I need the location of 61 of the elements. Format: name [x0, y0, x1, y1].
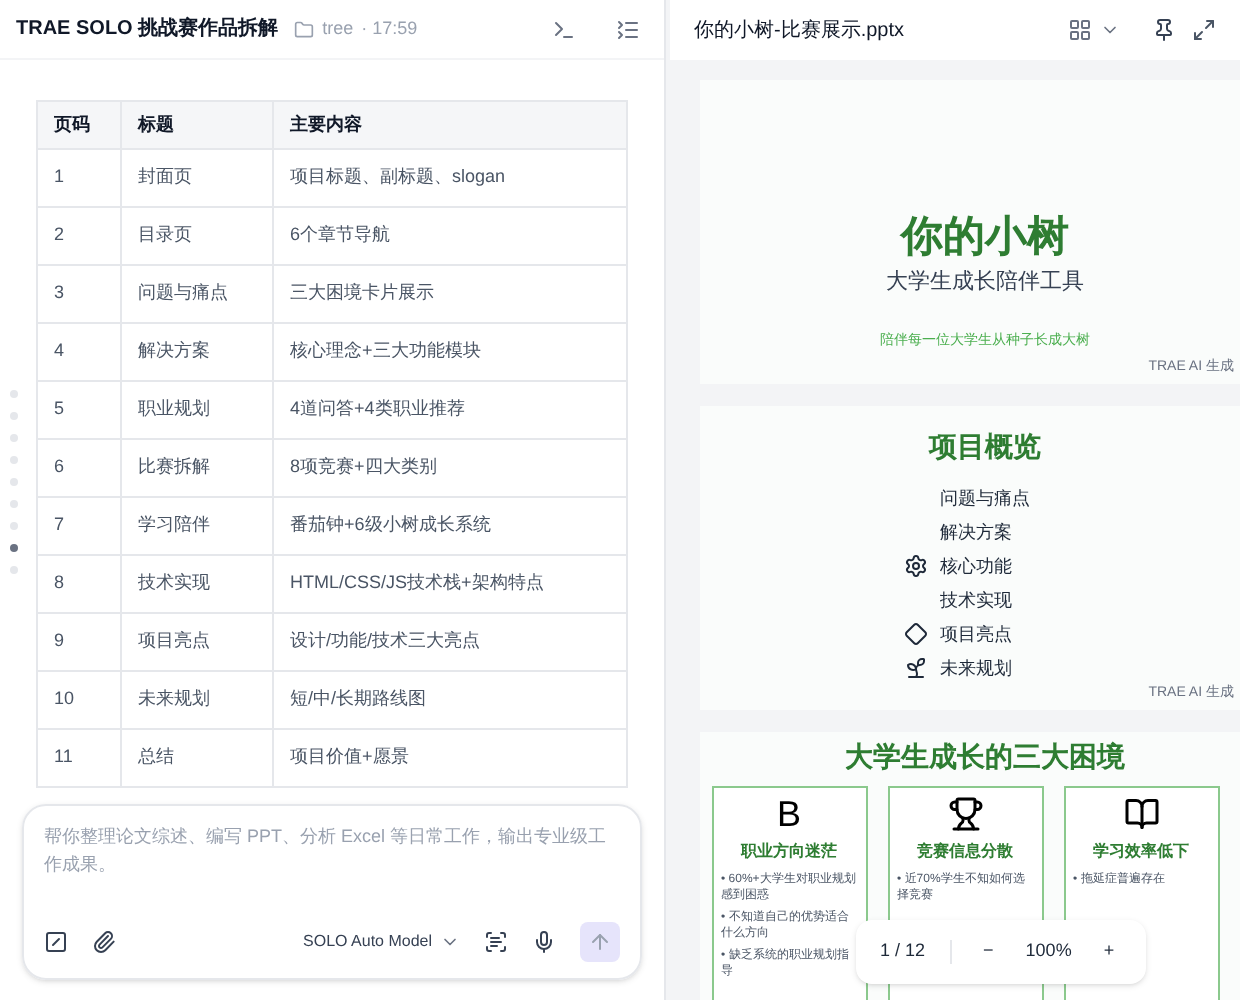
table-cell: 4道问答+4类职业推荐	[273, 381, 627, 439]
outline-item: 问题与痛点	[940, 486, 1030, 512]
zoom-level: 100%	[1025, 938, 1072, 965]
zoom-in-button[interactable]: +	[1095, 938, 1123, 966]
table-cell: 未来规划	[121, 671, 273, 729]
zoom-out-button[interactable]: −	[975, 938, 1002, 966]
file-title: 你的小树-比赛展示.pptx	[694, 17, 905, 45]
table-cell: 3	[37, 265, 121, 323]
table-cell: 2	[37, 207, 121, 265]
card-title: 学习效率低下	[1093, 840, 1189, 864]
outline-item: 解决方案	[940, 520, 1012, 546]
table-cell: 8项竞赛+四大类别	[273, 439, 627, 497]
column-header: 主要内容	[273, 101, 627, 149]
chat-title: TRAE SOLO 挑战赛作品拆解	[16, 14, 279, 44]
message-box[interactable]: 帮你整理论文综述、编写 PPT、分析 Excel 等日常工作，输出专业级工作成果。 SOLO Auto Model	[22, 804, 642, 980]
slide-subtitle: 大学生成长陪伴工具	[886, 268, 1084, 298]
table-cell: 技术实现	[121, 555, 273, 613]
outline-item: 项目亮点	[940, 622, 1012, 648]
table-cell: 比赛拆解	[121, 439, 273, 497]
table-cell: 核心理念+三大功能模块	[273, 323, 627, 381]
table-cell: 目录页	[121, 207, 273, 265]
table-cell: 封面页	[121, 149, 273, 207]
chat-time: · 17:59	[361, 15, 418, 42]
outline-item: 技术实现	[940, 588, 1012, 614]
table-cell: 设计/功能/技术三大亮点	[273, 613, 627, 671]
table-cell: HTML/CSS/JS技术栈+架构特点	[273, 555, 627, 613]
message-field[interactable]: 帮你整理论文综述、编写 PPT、分析 Excel 等日常工作，输出专业级工作成果。	[44, 822, 620, 922]
outline-item: 未来规划	[940, 656, 1012, 682]
table-cell: 短/中/长期路线图	[273, 671, 627, 729]
table-cell: 总结	[121, 729, 273, 787]
model-selector[interactable]: SOLO Auto Model	[303, 930, 460, 954]
card-title: 竞赛信息分散	[917, 840, 1013, 864]
table-cell: 项目亮点	[121, 613, 273, 671]
table-cell: 三大困境卡片展示	[273, 265, 627, 323]
table-cell: 8	[37, 555, 121, 613]
folder-name: tree	[322, 15, 354, 42]
card-glyph: B	[776, 796, 801, 832]
slide-title: 你的小树	[901, 216, 1069, 258]
card-title: 职业方向迷茫	[741, 840, 837, 864]
table-cell: 解决方案	[121, 323, 273, 381]
table-cell: 10	[37, 671, 121, 729]
table-cell: 5	[37, 381, 121, 439]
table-cell: 项目价值+愿景	[273, 729, 627, 787]
outline-item: 核心功能	[940, 554, 1012, 580]
table-cell: 1	[37, 149, 121, 207]
slide-title: 项目概览	[929, 428, 1041, 466]
page-indicator: 1 / 12	[880, 938, 926, 965]
table-cell: 6个章节导航	[273, 207, 627, 265]
table-cell: 番茄钟+6级小树成长系统	[273, 497, 627, 555]
column-header: 标题	[121, 101, 273, 149]
table-cell: 11	[37, 729, 121, 787]
table-cell: 问题与痛点	[121, 265, 273, 323]
table-cell: 项目标题、副标题、slogan	[273, 149, 627, 207]
table-cell: 学习陪伴	[121, 497, 273, 555]
column-header: 页码	[37, 101, 121, 149]
table-cell: 7	[37, 497, 121, 555]
table-cell: 6	[37, 439, 121, 497]
table-cell: 4	[37, 323, 121, 381]
slide-title: 大学生成长的三大困境	[845, 738, 1125, 776]
table-cell: 职业规划	[121, 381, 273, 439]
table-cell: 9	[37, 613, 121, 671]
